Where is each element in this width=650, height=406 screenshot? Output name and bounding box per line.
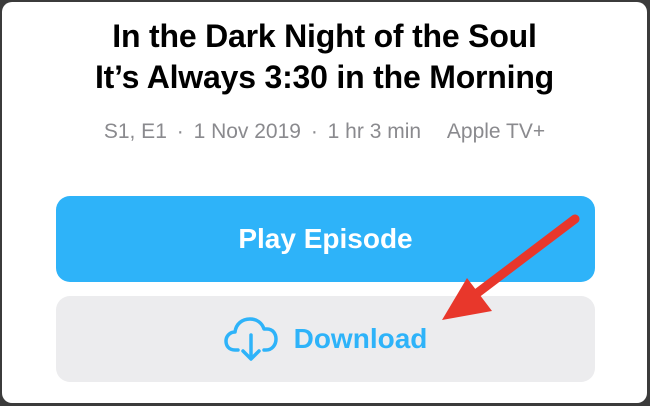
season-episode: S1, E1 — [103, 120, 167, 143]
download-label: Download — [293, 323, 428, 354]
meta-separator: · — [176, 120, 184, 143]
play-episode-label: Play Episode — [238, 223, 413, 254]
episode-detail-panel: In the Dark Night of the Soul It’s Alway… — [2, 2, 647, 403]
duration: 1 hr 3 min — [327, 120, 422, 143]
play-episode-button[interactable]: Play Episode — [56, 196, 595, 282]
episode-meta: S1, E1 · 1 Nov 2019 · 1 hr 3 min Apple T… — [2, 118, 647, 146]
provider-label: Apple TV+ — [446, 120, 546, 143]
episode-title-line-1: In the Dark Night of the Soul — [112, 18, 537, 54]
meta-separator: · — [310, 120, 318, 143]
air-date: 1 Nov 2019 — [193, 120, 301, 143]
episode-title-line-2: It’s Always 3:30 in the Morning — [94, 59, 555, 95]
episode-title: In the Dark Night of the Soul It’s Alway… — [2, 16, 647, 98]
download-button[interactable]: Download — [56, 296, 595, 382]
cloud-download-icon — [223, 316, 278, 362]
